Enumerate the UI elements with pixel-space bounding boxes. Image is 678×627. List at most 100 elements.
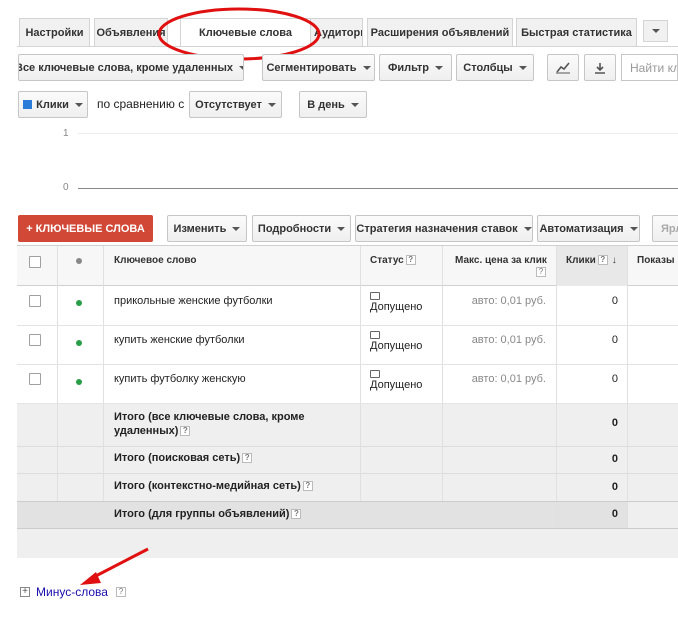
- metric-dropdown[interactable]: Клики: [18, 91, 88, 118]
- segment-dropdown[interactable]: Сегментировать: [262, 54, 375, 81]
- status-cell: Допущено: [370, 370, 422, 391]
- group-total-text: Итого (для группы объявлений): [114, 508, 290, 520]
- period-dropdown[interactable]: В день: [299, 91, 367, 118]
- compare-dropdown[interactable]: Отсутствует: [189, 91, 282, 118]
- row-checkbox[interactable]: [29, 334, 41, 346]
- row-divider: [17, 325, 678, 326]
- col-divider: [556, 246, 557, 528]
- clicks-column-header[interactable]: Клики? ↓: [566, 255, 617, 266]
- compare-value: Отсутствует: [195, 98, 262, 111]
- total-display-clicks: 0: [611, 481, 618, 493]
- impressions-column-header[interactable]: Показы: [637, 255, 675, 266]
- help-icon[interactable]: ?: [180, 426, 191, 437]
- y-tick-label: 1: [63, 128, 69, 139]
- metric-label: Клики: [36, 98, 69, 111]
- keyword-column-header[interactable]: Ключевое слово: [114, 255, 196, 266]
- line-chart-icon: [556, 61, 570, 73]
- download-icon: [595, 62, 605, 74]
- add-keywords-button[interactable]: + КЛЮЧЕВЫЕ СЛОВА: [18, 215, 153, 242]
- total-all-line2: удаленных)?: [114, 424, 305, 438]
- status-cell: Допущено: [370, 331, 422, 352]
- chevron-down-icon: [239, 65, 243, 70]
- help-icon[interactable]: ?: [597, 255, 608, 266]
- bid-cell[interactable]: авто: 0,01 руб.: [472, 373, 546, 385]
- total-display-label: Итого (контекстно-медийная сеть)?: [114, 480, 313, 492]
- bid-strategy-label: Стратегия назначения ставок: [356, 222, 518, 235]
- period-label: В день: [307, 98, 345, 111]
- group-total-label: Итого (для группы объявлений)?: [114, 508, 302, 520]
- select-all-checkbox[interactable]: [29, 256, 41, 268]
- total-display-text: Итого (контекстно-медийная сеть): [114, 480, 301, 492]
- columns-dropdown[interactable]: Столбцы: [456, 54, 534, 81]
- edit-dropdown[interactable]: Изменить: [167, 215, 247, 242]
- status-text: Допущено: [370, 340, 423, 352]
- details-dropdown[interactable]: Подробности: [252, 215, 351, 242]
- speech-bubble-icon[interactable]: [370, 370, 380, 378]
- status-text: Допущено: [370, 379, 423, 391]
- keyword-status-filter-dropdown[interactable]: Все ключевые слова, кроме удаленных: [18, 54, 244, 81]
- keyword-text[interactable]: купить футболку женскую: [114, 373, 246, 385]
- columns-label: Столбцы: [463, 61, 513, 74]
- max-cpc-column-header[interactable]: Макс. цена за клик: [455, 255, 547, 266]
- clicks-cell: 0: [611, 373, 618, 385]
- col-divider: [103, 246, 104, 501]
- chevron-down-icon: [629, 226, 638, 231]
- group-total-row-bg: [17, 501, 627, 528]
- speech-bubble-icon[interactable]: [370, 331, 380, 339]
- chevron-down-icon: [350, 102, 359, 107]
- status-column-dot: [76, 258, 82, 264]
- keyword-status-filter-label: Все ключевые слова, кроме удаленных: [18, 61, 234, 74]
- total-search-clicks: 0: [611, 453, 618, 465]
- chart-toggle-button[interactable]: [547, 54, 579, 81]
- row-divider: [17, 528, 678, 529]
- chevron-down-icon: [362, 65, 371, 70]
- keyword-text[interactable]: купить женские футболки: [114, 334, 245, 346]
- row-checkbox[interactable]: [29, 295, 41, 307]
- bid-cell[interactable]: авто: 0,01 руб.: [472, 334, 546, 346]
- keyword-text[interactable]: прикольные женские футболки: [114, 295, 273, 307]
- tab-ad-extensions[interactable]: Расширения объявлений: [367, 18, 513, 46]
- chevron-down-icon: [523, 226, 532, 231]
- filter-dropdown[interactable]: Фильтр: [379, 54, 452, 81]
- segment-label: Сегментировать: [266, 61, 357, 74]
- chart-gridline: [78, 133, 678, 134]
- bid-strategy-dropdown[interactable]: Стратегия назначения ставок: [355, 215, 533, 242]
- bid-cell[interactable]: авто: 0,01 руб.: [472, 295, 546, 307]
- plus-icon: +: [22, 586, 28, 597]
- download-button[interactable]: [584, 54, 616, 81]
- chevron-down-icon: [518, 65, 527, 70]
- tab-settings[interactable]: Настройки: [19, 18, 90, 46]
- y-tick-label: 0: [63, 182, 69, 193]
- row-divider: [17, 501, 678, 502]
- help-icon[interactable]: ?: [242, 453, 253, 464]
- more-tabs-dropdown[interactable]: [643, 20, 668, 42]
- clicks-cell: 0: [611, 334, 618, 346]
- labels-dropdown[interactable]: Ярл: [652, 215, 678, 242]
- chevron-down-icon: [651, 29, 660, 33]
- search-input[interactable]: Найти кл: [621, 54, 678, 81]
- total-search-label: Итого (поисковая сеть)?: [114, 452, 253, 464]
- help-icon[interactable]: ?: [116, 587, 126, 597]
- speech-bubble-icon[interactable]: [370, 292, 380, 300]
- tab-bar-divider: [17, 46, 678, 47]
- total-search-text: Итого (поисковая сеть): [114, 452, 241, 464]
- help-icon[interactable]: ?: [536, 267, 546, 277]
- chevron-down-icon: [232, 226, 241, 231]
- row-divider: [17, 473, 678, 474]
- automate-dropdown[interactable]: Автоматизация: [537, 215, 640, 242]
- clicks-cell: 0: [611, 295, 618, 307]
- status-cell: Допущено: [370, 292, 422, 313]
- metric-color-square: [23, 100, 33, 109]
- help-icon[interactable]: ?: [405, 255, 416, 266]
- row-checkbox[interactable]: [29, 373, 41, 385]
- row-divider: [17, 364, 678, 365]
- edit-label: Изменить: [173, 222, 227, 235]
- help-icon[interactable]: ?: [302, 481, 313, 492]
- sort-descending-icon: ↓: [611, 255, 617, 266]
- status-column-header[interactable]: Статус?: [370, 255, 416, 266]
- col-divider: [360, 246, 361, 501]
- negative-keywords-link[interactable]: Минус-слова: [36, 585, 108, 599]
- tab-quick-stats[interactable]: Быстрая статистика: [516, 18, 637, 46]
- help-icon[interactable]: ?: [291, 509, 302, 520]
- negative-keywords-expand[interactable]: +: [20, 587, 30, 597]
